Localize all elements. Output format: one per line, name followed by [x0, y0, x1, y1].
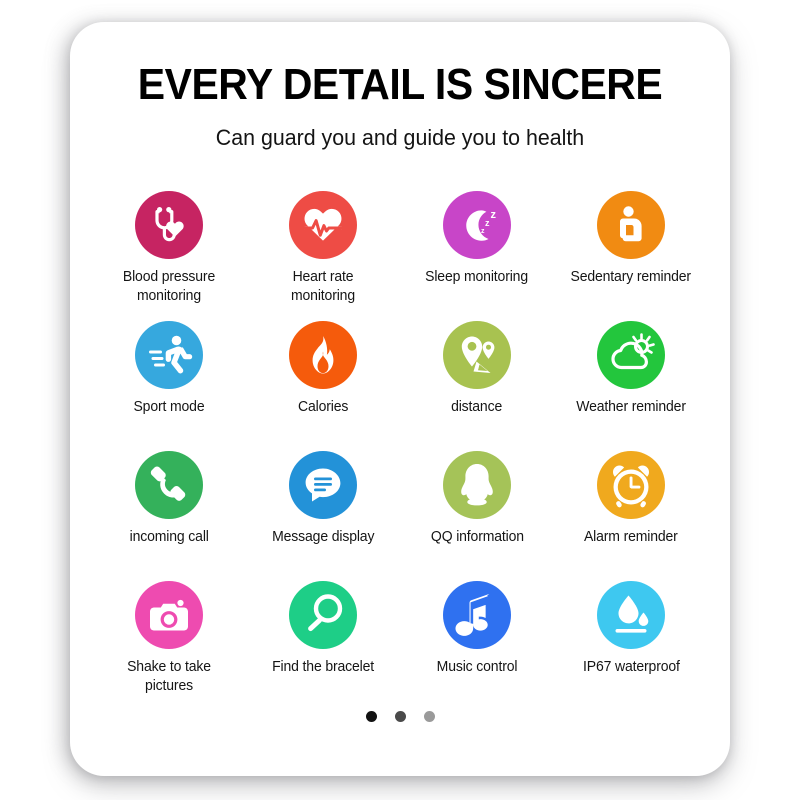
feature-label: Sport mode — [133, 399, 205, 416]
camera-icon — [135, 581, 203, 650]
feature-label: incoming call — [129, 529, 209, 546]
feature-item[interactable]: Alarm reminder — [554, 445, 708, 567]
svg-text:z: z — [481, 228, 485, 235]
slide-root: EVERY DETAIL IS SINCERE Can guard you an… — [0, 0, 800, 800]
feature-item[interactable]: Message display — [246, 445, 400, 567]
magnifier-icon — [289, 581, 357, 650]
feature-item[interactable]: Blood pressure monitoring — [92, 185, 246, 307]
running-person-icon — [135, 321, 203, 390]
feature-item[interactable]: IP67 waterproof — [554, 575, 708, 697]
feature-label: Music control — [436, 659, 518, 676]
sitting-person-icon — [597, 191, 665, 260]
music-note-icon — [443, 581, 511, 650]
svg-text:z: z — [491, 209, 497, 221]
speech-bubble-icon — [289, 451, 357, 520]
feature-grid: Blood pressure monitoring Heart rate mon… — [70, 185, 730, 697]
feature-item[interactable]: Sedentary reminder — [554, 185, 708, 307]
alarm-clock-icon — [597, 451, 665, 520]
feature-label: Weather reminder — [576, 399, 686, 416]
page-subtitle: Can guard you and guide you to health — [215, 125, 585, 151]
pagination[interactable] — [70, 711, 730, 723]
feature-label: Message display — [271, 529, 375, 546]
feature-label: Heart rate monitoring — [291, 269, 355, 304]
pagination-dot-3[interactable] — [423, 711, 435, 723]
stethoscope-heart-icon — [135, 191, 203, 260]
feature-item[interactable]: distance — [400, 315, 554, 437]
feature-item[interactable]: Heart rate monitoring — [246, 185, 400, 307]
water-drop-icon — [597, 581, 665, 650]
feature-label: Sedentary reminder — [570, 269, 692, 286]
page-title: EVERY DETAIL IS SINCERE — [137, 60, 663, 109]
moon-zzz-icon: z z z — [443, 191, 511, 260]
feature-label: QQ information — [430, 529, 524, 546]
feature-item[interactable]: Weather reminder — [554, 315, 708, 437]
flame-icon — [289, 321, 357, 390]
heart-pulse-icon — [289, 191, 357, 260]
sun-cloud-icon — [597, 321, 665, 390]
feature-label: distance — [451, 399, 503, 416]
map-pins-icon — [443, 321, 511, 390]
qq-penguin-icon — [443, 451, 511, 520]
feature-item[interactable]: Find the bracelet — [246, 575, 400, 697]
feature-label: Shake to take pictures — [127, 659, 211, 694]
feature-item[interactable]: Music control — [400, 575, 554, 697]
feature-item[interactable]: z z z Sleep monitoring — [400, 185, 554, 307]
feature-item[interactable]: incoming call — [92, 445, 246, 567]
feature-item[interactable]: Calories — [246, 315, 400, 437]
feature-label: Alarm reminder — [584, 529, 678, 546]
feature-label: Calories — [297, 399, 349, 416]
card-header: EVERY DETAIL IS SINCERE Can guard you an… — [70, 22, 730, 151]
feature-card: EVERY DETAIL IS SINCERE Can guard you an… — [70, 22, 730, 776]
feature-item[interactable]: QQ information — [400, 445, 554, 567]
pagination-dot-1[interactable] — [365, 711, 377, 723]
feature-item[interactable]: Shake to take pictures — [92, 575, 246, 697]
feature-label: Sleep monitoring — [425, 269, 529, 286]
feature-label: Blood pressure monitoring — [122, 269, 216, 304]
feature-label: Find the bracelet — [272, 659, 374, 676]
pagination-dot-2[interactable] — [394, 711, 406, 723]
feature-label: IP67 waterproof — [582, 659, 680, 676]
phone-handset-icon — [135, 451, 203, 520]
svg-text:z: z — [485, 218, 490, 228]
feature-item[interactable]: Sport mode — [92, 315, 246, 437]
